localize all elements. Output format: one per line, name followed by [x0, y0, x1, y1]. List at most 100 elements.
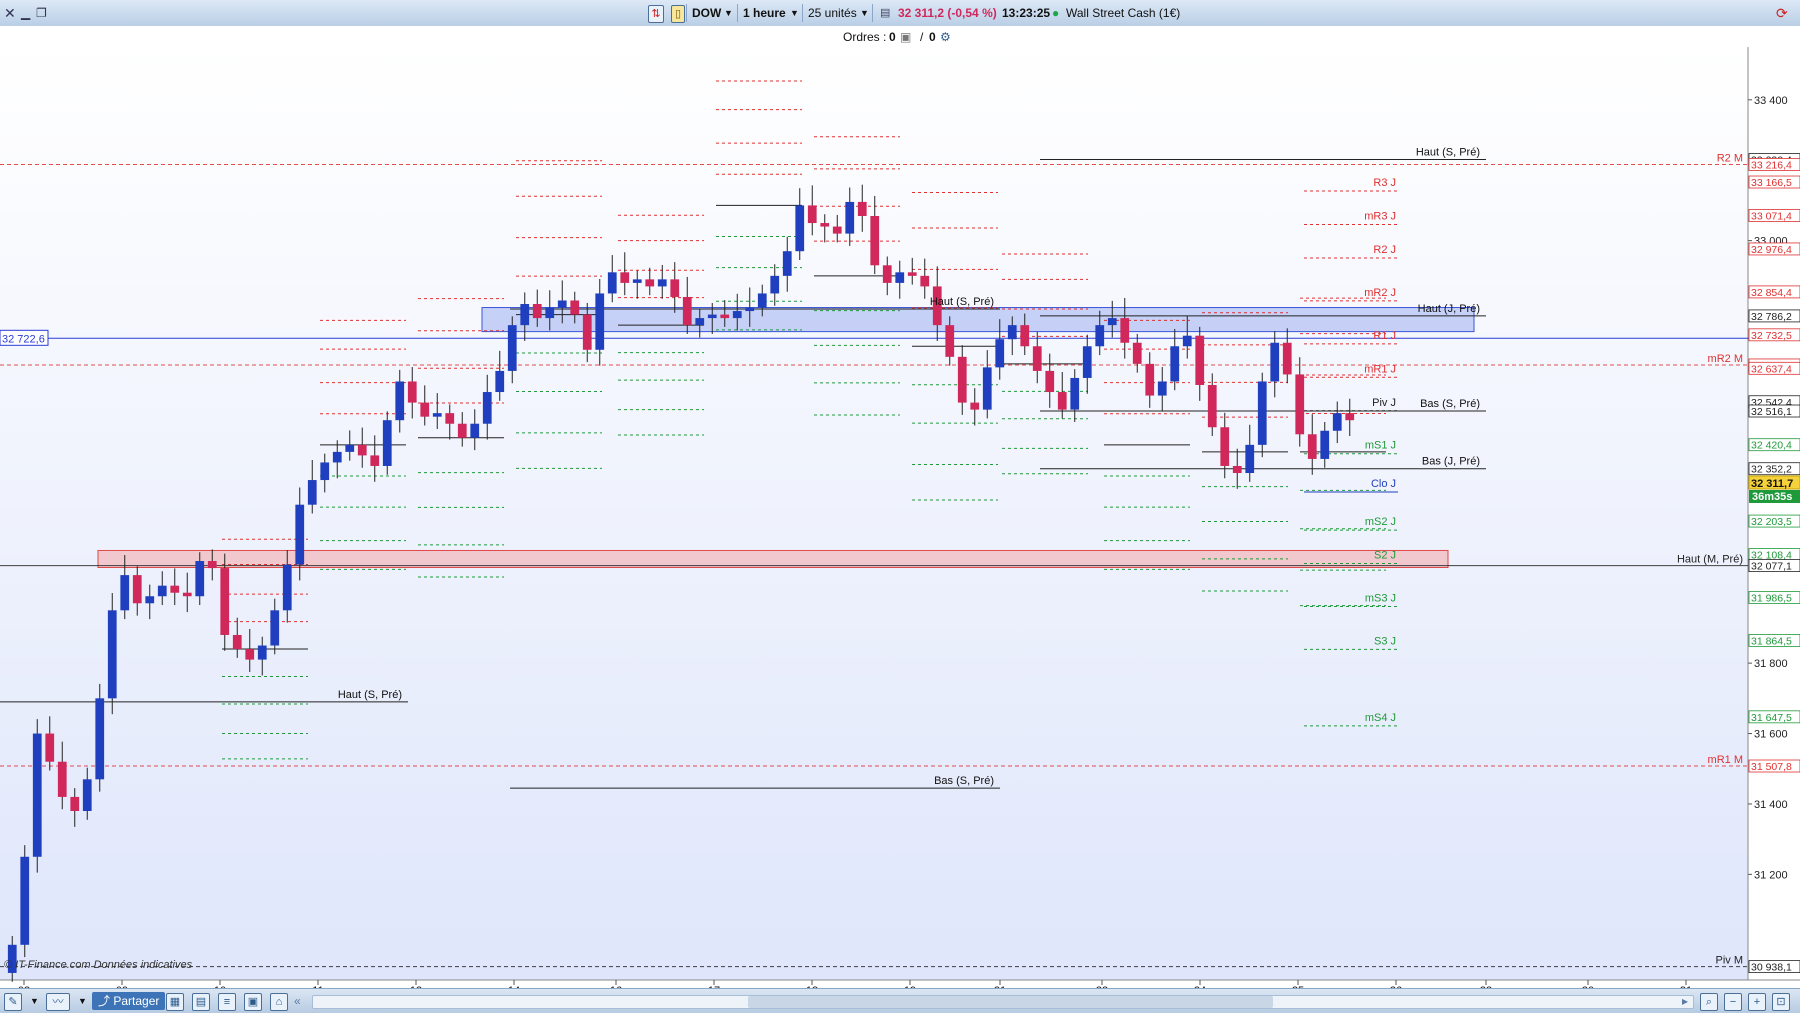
- candle-body: [145, 596, 155, 604]
- annotation-label: Bas (S, Pré): [1420, 398, 1480, 410]
- daily-level-label: S3 J: [1374, 635, 1396, 647]
- y-tick-label: 31 800: [1754, 658, 1788, 670]
- instrument-name: Wall Street Cash (1€): [1066, 6, 1181, 20]
- candle-body: [732, 311, 742, 319]
- candle-body: [1007, 325, 1017, 340]
- candle-body: [132, 575, 142, 604]
- zoom-in-icon[interactable]: +: [1748, 992, 1766, 1011]
- chevron-down-icon[interactable]: ▼: [30, 992, 39, 1010]
- candle-body: [595, 293, 605, 350]
- candle-body: [970, 402, 980, 410]
- candle-body: [795, 205, 805, 252]
- scrollbar-thumb[interactable]: [748, 996, 1273, 1008]
- chevron-down-icon[interactable]: ▼: [790, 4, 799, 22]
- candle-body: [757, 293, 767, 308]
- scroll-first-icon[interactable]: «: [294, 992, 301, 1010]
- zoom-reset-icon[interactable]: ⊡: [1772, 992, 1790, 1011]
- candle-body: [1220, 427, 1230, 466]
- candle-body: [1082, 346, 1092, 378]
- orders-bar: Ordres : 0 ▣ / 0 ⚙: [0, 26, 1800, 48]
- bottom-toolbar: ✎ ▼ 〰 ▼ ⤴ Partager ▦ ▤ ≡ ▣ ⌂ « ▸ ⌕ − + ⊡: [0, 988, 1800, 1013]
- chart-type-icon[interactable]: 〰: [46, 992, 70, 1011]
- daily-level-label: Clo J: [1371, 478, 1396, 490]
- candle-body: [495, 370, 505, 393]
- draw-tool-icon[interactable]: ✎: [4, 992, 22, 1011]
- minimize-icon[interactable]: ▁: [21, 4, 30, 22]
- magnet-icon[interactable]: ⌂: [270, 992, 288, 1011]
- timeframe-selector[interactable]: 1 heure: [743, 4, 786, 22]
- y-tick-label: 31 200: [1754, 869, 1788, 881]
- candle-body: [1195, 335, 1205, 385]
- daily-level-label: mR2 J: [1364, 287, 1396, 299]
- candle-body: [157, 585, 167, 597]
- refresh-icon[interactable]: ⟳: [1776, 4, 1788, 22]
- order-ticket-icon[interactable]: ▤: [880, 4, 890, 22]
- share-label: Partager: [113, 994, 160, 1008]
- annotation-label: Bas (S, Pré): [934, 775, 994, 787]
- zoom-out-icon[interactable]: −: [1724, 992, 1742, 1011]
- candle-body: [632, 279, 642, 283]
- candle-body: [407, 381, 417, 403]
- candle-body: [32, 733, 42, 857]
- horizontal-scrollbar[interactable]: [312, 995, 1694, 1009]
- zoom-fit-icon[interactable]: ⌕: [1700, 992, 1718, 1011]
- close-icon[interactable]: ✕: [4, 4, 16, 22]
- candle-body: [1270, 342, 1280, 382]
- price-label: 32 976,4: [1751, 244, 1792, 256]
- symbol-selector[interactable]: DOW: [692, 4, 721, 22]
- candle-body: [782, 251, 792, 276]
- candle-body: [457, 423, 467, 438]
- candle-body: [995, 339, 1005, 368]
- annotation-label: Haut (S, Pré): [1416, 147, 1480, 159]
- scroll-right-icon[interactable]: ▸: [1682, 992, 1688, 1010]
- candle-body: [207, 561, 217, 569]
- chevron-down-icon[interactable]: ▼: [724, 4, 733, 22]
- chevron-down-icon[interactable]: ▼: [78, 992, 87, 1010]
- indicator-icon[interactable]: ▦: [166, 992, 184, 1011]
- candle-body: [182, 592, 192, 597]
- price-label: 32 077,1: [1751, 561, 1792, 573]
- candle-body: [120, 575, 130, 611]
- price-label: 32 420,4: [1751, 440, 1792, 452]
- candle-body: [70, 796, 80, 812]
- y-tick-label: 31 600: [1754, 729, 1788, 741]
- daily-level-label: mR3 J: [1364, 211, 1396, 223]
- price-label: 32 352,2: [1751, 464, 1792, 476]
- daily-level-label: Piv J: [1372, 397, 1396, 409]
- restore-icon[interactable]: ❐: [36, 4, 47, 22]
- settings-icon[interactable]: ⚙: [940, 28, 951, 46]
- plot-background: [0, 47, 1748, 980]
- annotation-label: Haut (S, Pré): [338, 689, 402, 701]
- candle-body: [282, 564, 292, 611]
- candle-body: [1257, 381, 1267, 445]
- daily-level-label: mS4 J: [1365, 712, 1396, 724]
- annotation-label: Bas (J, Pré): [1422, 456, 1480, 468]
- candle-body: [845, 201, 855, 234]
- candle-body: [832, 226, 842, 234]
- candle-body: [745, 307, 755, 312]
- orders-icon[interactable]: ▣: [900, 28, 911, 46]
- price-label: 32 516,1: [1751, 406, 1792, 418]
- units-selector[interactable]: 25 unités: [808, 4, 857, 22]
- price-label: 33 071,4: [1751, 211, 1792, 223]
- candle-body: [770, 275, 780, 294]
- candle-body: [382, 420, 392, 466]
- share-icon: ⤴: [98, 994, 111, 1008]
- chevron-down-icon[interactable]: ▼: [860, 4, 869, 22]
- share-button[interactable]: ⤴ Partager: [92, 992, 166, 1010]
- candle-body: [107, 610, 117, 699]
- price-chart[interactable]: R2 M mR2 M Haut (M, Pré) mR1 M Piv M 32 722,6…: [0, 47, 1800, 988]
- candle-body: [20, 856, 30, 945]
- layers-icon[interactable]: ≡: [218, 992, 236, 1011]
- monthly-level-label: mR1 M: [1708, 754, 1743, 766]
- lock-icon[interactable]: ▯: [671, 4, 685, 23]
- candle-body: [295, 504, 305, 565]
- screenshot-icon[interactable]: ▣: [244, 992, 262, 1011]
- candle-body: [982, 367, 992, 410]
- price-label: 32 637,4: [1751, 363, 1792, 375]
- candle-body: [307, 480, 317, 505]
- alert-icon[interactable]: ▤: [192, 992, 210, 1011]
- orders-pending-count: 0: [929, 30, 936, 44]
- candle-body: [1307, 434, 1317, 459]
- candle-body: [957, 356, 967, 403]
